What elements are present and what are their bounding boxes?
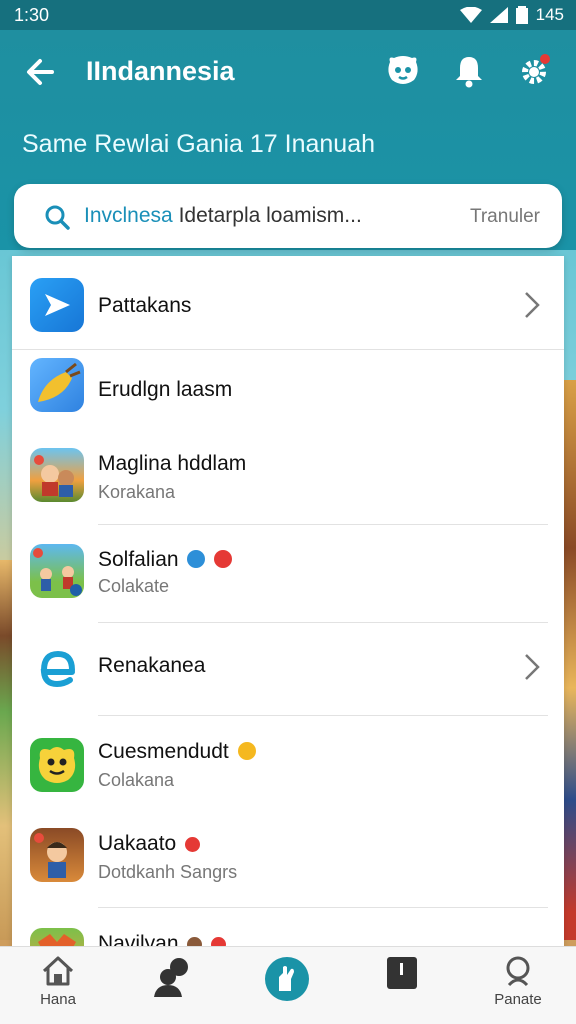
game-scene-icon <box>33 548 82 596</box>
status-bar: 1:30 145 <box>0 0 576 30</box>
hand-icon <box>265 957 309 1001</box>
nav-home[interactable]: Hana <box>18 955 98 1021</box>
list-item[interactable]: Maglina hddlam Korakana <box>12 436 564 526</box>
list-item-title: Cuesmendudt <box>98 740 256 764</box>
list-item-title-text: Uakaato <box>98 832 177 855</box>
chevron-right-icon <box>525 292 540 318</box>
page-title: IIndannesia <box>86 56 235 86</box>
list-item-title: Maglina hddlam <box>98 452 247 475</box>
home-icon <box>42 956 74 986</box>
back-arrow-icon[interactable] <box>22 54 58 90</box>
list-item[interactable]: Pattakans <box>12 256 564 350</box>
list-item-title-text: Solfalian <box>98 548 179 571</box>
list-item[interactable]: Solfalian Colakate <box>12 526 564 624</box>
results-list: Pattakans Erudlgn laasm Maglina hddlam K… <box>12 256 564 952</box>
nav-search-label: Panate <box>494 991 542 1008</box>
nav-library[interactable] <box>362 955 442 1021</box>
list-item[interactable]: Erudlgn laasm <box>12 350 564 436</box>
list-item-subtitle: Colakate <box>98 576 170 596</box>
search-query-rest: Idetarpla loamism... <box>178 204 362 227</box>
status-icons: 145 <box>459 5 564 25</box>
list-item-title: Renakanea <box>98 654 206 677</box>
mascot-icon[interactable] <box>384 52 422 90</box>
carrot-icon <box>38 362 81 402</box>
divider <box>98 622 548 623</box>
page-subtitle: Same Rewlai Gania 17 Inanuah <box>22 130 376 158</box>
list-item-subtitle: Dotdkanh Sangrs <box>98 862 238 882</box>
search-bar[interactable]: Invclnesa Idetarpla loamism... Tranuler <box>14 184 562 248</box>
book-icon <box>387 957 417 989</box>
yellow-monster-icon <box>38 747 76 783</box>
red-badge-icon <box>185 837 201 852</box>
search-icon <box>506 956 530 987</box>
app-icon <box>30 358 84 412</box>
red-badge-icon <box>214 550 233 568</box>
list-item-title-text: Cuesmendudt <box>98 740 229 763</box>
chevron-right-icon <box>525 654 540 680</box>
app-icon <box>30 738 84 792</box>
app-icon <box>30 278 84 332</box>
top-app-bar: IIndannesia <box>0 50 576 94</box>
play-arrow-icon <box>45 294 70 316</box>
nav-home-label: Hana <box>40 991 76 1008</box>
app-icon <box>30 544 84 598</box>
list-item[interactable]: Cuesmendudt Colakana <box>12 716 564 814</box>
app-icon <box>30 642 84 696</box>
bell-icon[interactable] <box>450 52 488 90</box>
signal-icon <box>489 7 508 23</box>
battery-level: 145 <box>535 5 564 24</box>
status-time: 1:30 <box>14 4 50 25</box>
list-item-title: Erudlgn laasm <box>98 378 233 401</box>
list-item-title: Uakaato <box>98 832 201 856</box>
list-item[interactable]: Uakaato Dotdkanh Sangrs <box>12 814 564 908</box>
list-item[interactable]: Renakanea <box>12 624 564 716</box>
nav-search[interactable]: Panate <box>478 955 558 1021</box>
bottom-navigation: Hana Panate <box>0 946 576 1024</box>
list-item-subtitle: Korakana <box>98 482 176 502</box>
list-item-title: Solfalian <box>98 548 233 572</box>
edge-browser-icon <box>40 650 75 688</box>
list-item-title: Pattakans <box>98 294 192 317</box>
nav-center[interactable] <box>247 955 327 1021</box>
divider <box>98 524 548 525</box>
people-icon <box>154 958 188 997</box>
app-icon <box>30 828 84 882</box>
search-input[interactable]: Invclnesa Idetarpla loamism... <box>84 204 362 228</box>
list-item-subtitle: Colakana <box>98 770 175 790</box>
blue-badge-icon <box>187 550 206 568</box>
game-character-icon <box>34 455 74 497</box>
gear-icon[interactable] <box>516 52 554 90</box>
search-filter-button[interactable]: Tranuler <box>470 206 540 228</box>
app-icon <box>30 448 84 502</box>
game-hero-icon <box>34 833 67 878</box>
battery-icon <box>515 6 528 24</box>
search-icon <box>45 205 70 230</box>
nav-friends[interactable] <box>132 955 212 1021</box>
search-query-highlight: Invclnesa <box>84 204 173 227</box>
wifi-icon <box>459 7 482 23</box>
heart-eyes-emoji-icon <box>237 742 256 760</box>
